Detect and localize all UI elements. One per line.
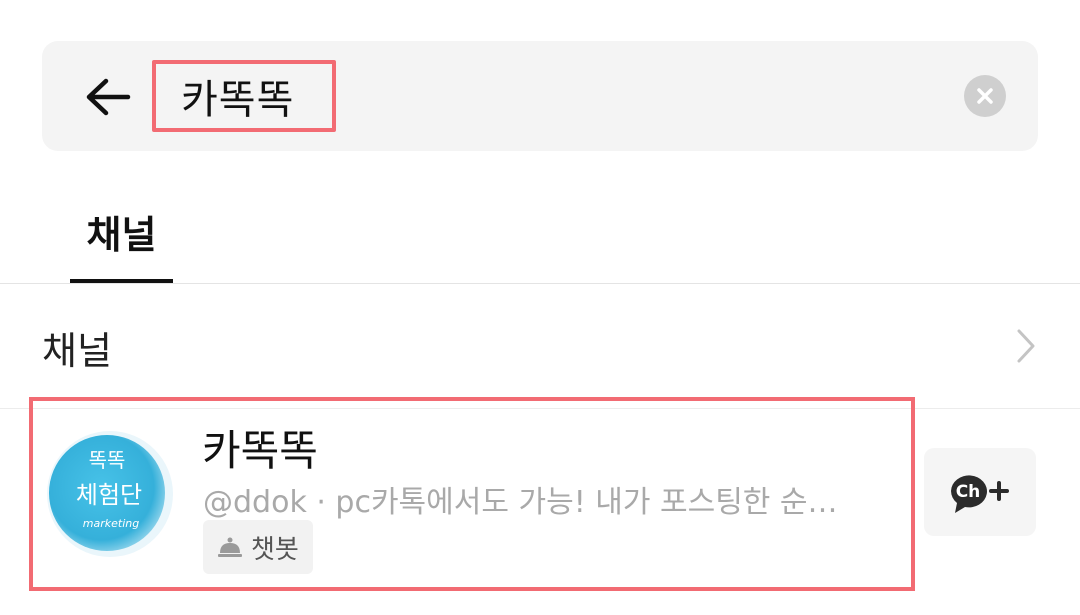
add-channel-button[interactable]: Ch bbox=[924, 448, 1036, 536]
avatar-text-line1: 똑똑 bbox=[89, 448, 126, 472]
tab-bar: 채널 bbox=[0, 180, 1080, 284]
clear-search-button[interactable] bbox=[964, 75, 1006, 117]
avatar-text-line2: 체험단 bbox=[76, 481, 142, 509]
section-title: 채널 bbox=[42, 329, 112, 373]
search-bar: 카똑똑 bbox=[42, 41, 1038, 151]
chatbot-badge-label: 챗봇 bbox=[251, 534, 299, 565]
channel-avatar: 똑똑 체험단 marketing bbox=[47, 431, 173, 557]
channel-section-header[interactable]: 채널 bbox=[0, 284, 1080, 409]
search-input[interactable]: 카똑똑 bbox=[152, 60, 336, 132]
arrow-left-icon bbox=[86, 78, 131, 116]
avatar-text-line3: marketing bbox=[83, 517, 139, 530]
back-button[interactable] bbox=[82, 71, 134, 123]
channel-description: @ddok · pc카톡에서도 가능! 내가 포스팅한 순… bbox=[203, 485, 838, 520]
channel-result-item[interactable]: 똑똑 체험단 marketing 카똑똑 @ddok · pc카톡에서도 가능!… bbox=[29, 397, 915, 591]
channel-add-label: Ch bbox=[956, 482, 981, 502]
close-icon bbox=[977, 88, 993, 104]
bell-icon bbox=[218, 537, 242, 557]
tab-channel[interactable]: 채널 bbox=[70, 180, 173, 283]
channel-name: 카똑똑 bbox=[202, 426, 318, 475]
channel-add-icon: Ch bbox=[951, 475, 1009, 513]
chatbot-badge: 챗봇 bbox=[203, 520, 313, 574]
active-tab-indicator bbox=[70, 279, 173, 283]
chevron-right-icon bbox=[1017, 329, 1035, 363]
